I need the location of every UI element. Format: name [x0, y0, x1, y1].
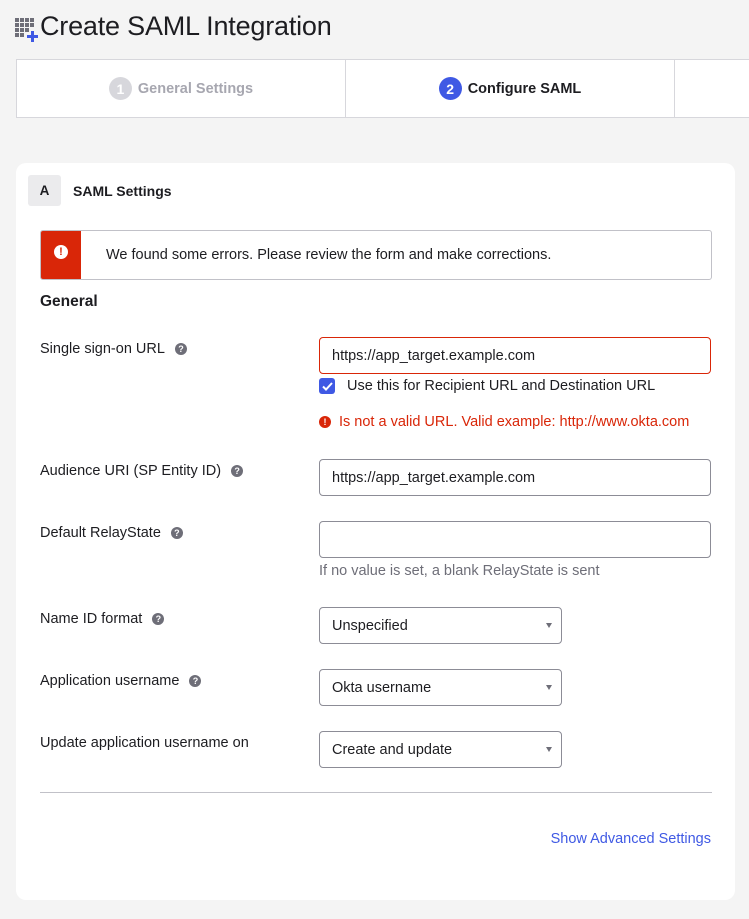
update-username-on-label: Update application username on: [40, 735, 249, 751]
saml-settings-card: A SAML Settings ! We found some errors. …: [16, 163, 735, 900]
recipient-url-checkbox-row[interactable]: Use this for Recipient URL and Destinati…: [319, 378, 655, 394]
app-username-label: Application username ?: [40, 673, 202, 689]
sso-url-label: Single sign-on URL ?: [40, 341, 187, 357]
step-number: 1: [108, 77, 132, 100]
chevron-down-icon: [546, 747, 552, 752]
name-id-format-label-text: Name ID format: [40, 611, 143, 627]
section-header: A SAML Settings: [28, 175, 172, 206]
app-username-value: Okta username: [332, 679, 432, 696]
general-heading: General: [40, 293, 98, 310]
error-banner-bar: !: [41, 231, 81, 279]
divider: [40, 792, 712, 793]
app-username-label-text: Application username: [40, 673, 180, 689]
audience-uri-value: https://app_target.example.com: [332, 469, 536, 486]
name-id-format-value: Unspecified: [332, 617, 408, 634]
recipient-url-checkbox[interactable]: [319, 378, 335, 394]
step-feedback[interactable]: [675, 60, 749, 117]
relay-state-input[interactable]: [319, 521, 711, 558]
show-advanced-settings-link[interactable]: Show Advanced Settings: [551, 831, 711, 847]
recipient-url-checkbox-label: Use this for Recipient URL and Destinati…: [347, 378, 656, 394]
update-username-on-label-text: Update application username on: [40, 735, 249, 751]
sso-url-value: https://app_target.example.com: [332, 347, 536, 364]
help-icon[interactable]: ?: [231, 465, 244, 477]
audience-uri-input[interactable]: https://app_target.example.com: [319, 459, 711, 496]
section-title: SAML Settings: [73, 182, 172, 199]
audience-uri-label: Audience URI (SP Entity ID) ?: [40, 463, 244, 479]
sso-url-error-text: Is not a valid URL. Valid example: http:…: [339, 414, 690, 430]
relay-state-label-text: Default RelayState: [40, 525, 161, 541]
step-general-settings[interactable]: 1 General Settings: [17, 60, 346, 117]
page-title: Create SAML Integration: [40, 10, 332, 41]
app-grid-add-icon: [14, 13, 40, 42]
step-configure-saml[interactable]: 2 Configure SAML: [346, 60, 675, 117]
step-label: Configure SAML: [467, 80, 582, 97]
chevron-down-icon: [546, 623, 552, 628]
relay-state-label: Default RelayState ?: [40, 525, 183, 541]
section-letter-badge: A: [28, 175, 61, 206]
name-id-format-label: Name ID format ?: [40, 611, 165, 627]
error-icon: !: [319, 416, 331, 428]
checkmark-icon: [321, 381, 333, 391]
sso-url-label-text: Single sign-on URL: [40, 341, 165, 357]
sso-url-error: ! Is not a valid URL. Valid example: htt…: [319, 414, 689, 430]
wizard-stepper: 1 General Settings 2 Configure SAML: [16, 59, 749, 118]
exclamation-icon: !: [54, 245, 68, 259]
step-number: 2: [438, 77, 462, 100]
step-label: General Settings: [137, 80, 254, 97]
sso-url-input[interactable]: https://app_target.example.com: [319, 337, 711, 374]
help-icon[interactable]: ?: [170, 527, 183, 539]
help-icon[interactable]: ?: [189, 675, 202, 687]
chevron-down-icon: [546, 685, 552, 690]
page-header: Create SAML Integration: [14, 8, 332, 44]
error-banner: ! We found some errors. Please review th…: [40, 230, 712, 280]
error-banner-message: We found some errors. Please review the …: [106, 247, 552, 263]
relay-state-hint: If no value is set, a blank RelayState i…: [319, 563, 600, 579]
update-username-on-value: Create and update: [332, 741, 453, 758]
name-id-format-select[interactable]: Unspecified: [319, 607, 562, 644]
update-username-on-select[interactable]: Create and update: [319, 731, 562, 768]
app-username-select[interactable]: Okta username: [319, 669, 562, 706]
help-icon[interactable]: ?: [152, 613, 165, 625]
audience-uri-label-text: Audience URI (SP Entity ID): [40, 463, 222, 479]
help-icon[interactable]: ?: [174, 343, 187, 355]
